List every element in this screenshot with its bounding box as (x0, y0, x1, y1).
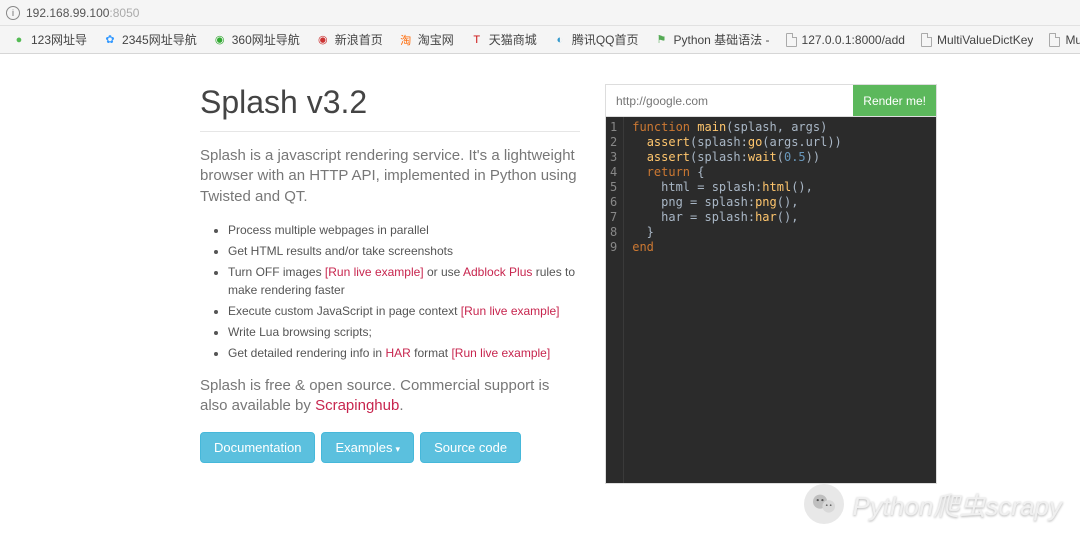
bookmark-item[interactable]: ⚑ Python 基础语法 - (646, 31, 777, 48)
bookmark-item[interactable]: 淘淘宝网 (391, 31, 462, 48)
run-live-link[interactable]: [Run live example] (451, 346, 550, 360)
sub-text: Splash is free & open source. Commercial… (200, 376, 580, 417)
bookmark-item[interactable]: ◉ 360网址导航 (205, 31, 308, 48)
feature-list: Process multiple webpages in parallel Ge… (200, 221, 580, 362)
watermark: Python爬虫scrapy (804, 484, 1062, 524)
watermark-text: Python爬虫scrapy (852, 486, 1062, 523)
bookmark-item[interactable]: MultiValueDictKey (1041, 33, 1080, 47)
adblock-link[interactable]: Adblock Plus (463, 265, 532, 279)
bookmark-label: MultiValueDictKey (937, 33, 1033, 47)
orange-sq-icon: 淘 (399, 33, 413, 47)
divider (200, 131, 580, 132)
bookmark-label: 360网址导航 (232, 31, 300, 48)
bookmark-label: 淘宝网 (418, 31, 454, 48)
url-input[interactable] (606, 85, 853, 116)
bookmark-label: MultiValueDictKey (1065, 33, 1080, 47)
bookmark-label: Python 基础语法 - (673, 31, 769, 48)
list-item: Process multiple webpages in parallel (228, 221, 580, 239)
file-icon (1049, 33, 1060, 47)
run-live-link[interactable]: [Run live example] (461, 304, 560, 318)
bookmark-item[interactable]: MultiValueDictKey (913, 33, 1041, 47)
bookmark-label: 127.0.0.1:8000/add (802, 33, 905, 47)
bookmark-label: 123网址导 (31, 31, 87, 48)
green-dot-icon: ● (12, 33, 26, 47)
run-live-link[interactable]: [Run live example] (325, 265, 424, 279)
bookmark-item[interactable]: 127.0.0.1:8000/add (778, 33, 913, 47)
list-item: Turn OFF images [Run live example] or us… (228, 263, 580, 299)
url-text[interactable]: 192.168.99.100:8050 (26, 6, 139, 20)
bookmark-item[interactable]: T 天猫商城 (462, 31, 545, 48)
green-circle-icon: ◉ (213, 33, 227, 47)
chevron-down-icon: ▾ (396, 444, 401, 455)
render-button[interactable]: Render me! (853, 85, 936, 116)
bookmark-item[interactable]: ◐ 腾讯QQ首页 (545, 31, 647, 48)
scrapinghub-link[interactable]: Scrapinghub (315, 397, 399, 414)
source-code-button[interactable]: Source code (420, 432, 521, 463)
bookmark-item[interactable]: ● 123网址导 (4, 31, 95, 48)
list-item: Execute custom JavaScript in page contex… (228, 302, 580, 320)
green-flag-icon: ⚑ (654, 33, 668, 47)
list-item: Write Lua browsing scripts; (228, 323, 580, 341)
red-sq-t-icon: T (470, 33, 484, 47)
examples-dropdown[interactable]: Examples▾ (321, 432, 414, 463)
bookmark-item[interactable]: ◉ 新浪首页 (308, 31, 391, 48)
documentation-button[interactable]: Documentation (200, 432, 315, 463)
swirl-icon: ◐ (553, 33, 567, 47)
bookmark-label: 2345网址导航 (122, 31, 197, 48)
blue-swirl-icon: ✿ (103, 33, 117, 47)
lead-text: Splash is a javascript rendering service… (200, 146, 580, 207)
bookmark-label: 新浪首页 (335, 31, 383, 48)
bookmark-item[interactable]: ✿ 2345网址导航 (95, 31, 205, 48)
red-eye-icon: ◉ (316, 33, 330, 47)
bookmark-bar: ●123网址导✿2345网址导航◉360网址导航◉新浪首页淘淘宝网T天猫商城◐腾… (0, 26, 1080, 54)
browser-address-bar: i 192.168.99.100:8050 (0, 0, 1080, 26)
info-icon[interactable]: i (6, 6, 20, 20)
render-panel: Render me! 123456789 function main(splas… (605, 84, 937, 484)
code-editor[interactable]: 123456789 function main(splash, args) as… (606, 117, 936, 483)
bookmark-label: 天猫商城 (489, 31, 537, 48)
wechat-icon (804, 484, 844, 524)
file-icon (921, 33, 932, 47)
har-link[interactable]: HAR (385, 346, 410, 360)
bookmark-label: 腾讯QQ首页 (572, 31, 639, 48)
list-item: Get detailed rendering info in HAR forma… (228, 344, 580, 362)
file-icon (786, 33, 797, 47)
list-item: Get HTML results and/or take screenshots (228, 242, 580, 260)
page-title: Splash v3.2 (200, 84, 580, 121)
